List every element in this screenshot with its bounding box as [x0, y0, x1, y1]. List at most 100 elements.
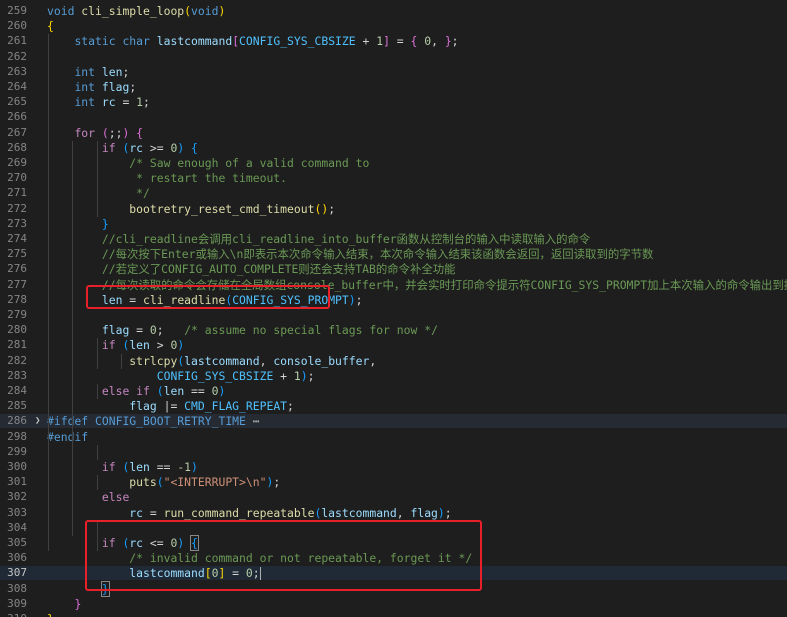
code-line[interactable]: 262 [0, 50, 787, 64]
line-number: 301 [7, 475, 27, 489]
code-line[interactable]: 300 if (len == -1) [0, 460, 787, 474]
code-line[interactable]: 272 bootretry_reset_cmd_timeout(); [0, 202, 787, 216]
code-token: + [355, 34, 377, 49]
code-text: #endif [47, 430, 88, 444]
code-token: ; [129, 80, 137, 94]
code-line[interactable]: 271 */ [0, 186, 787, 200]
code-line[interactable]: 264 int flag; [0, 80, 787, 94]
code-line[interactable]: 261 static char lastcommand[CONFIG_SYS_C… [0, 34, 787, 48]
code-line[interactable]: 275 //每次按下Enter或输入\n即表示本次命令输入结束，本次命令输入结束… [0, 247, 787, 261]
code-line[interactable]: 310} [0, 612, 787, 617]
indent-guide [97, 338, 98, 369]
line-number: 265 [7, 95, 27, 109]
code-token: /* Saw enough of a valid command to [129, 156, 370, 170]
line-number: 277 [7, 277, 27, 291]
code-line[interactable]: 280 flag = 0; /* assume no special flags… [0, 323, 787, 337]
code-line[interactable]: 279 [0, 308, 787, 322]
code-token: ; [451, 34, 459, 49]
code-line[interactable]: 299 [0, 445, 787, 459]
code-text: * restart the timeout. [47, 171, 287, 185]
code-text: if (rc >= 0) { [47, 141, 198, 155]
code-line[interactable]: 260 { [0, 19, 787, 33]
code-token: CONFIG_SYS_CBSIZE [156, 368, 274, 383]
code-line[interactable]: 268 if (rc >= 0) { [0, 141, 787, 155]
line-number: 259 [7, 4, 27, 17]
code-token: ; [156, 323, 185, 338]
code-editor[interactable]: 259 void cli_simple_loop(void) 260{261 sta… [0, 0, 787, 617]
code-line[interactable]: 273 } [0, 217, 787, 231]
line-number: 298 [7, 429, 27, 443]
code-line[interactable]: 263 int len; [0, 65, 787, 79]
code-line[interactable]: 301 puts("<INTERRUPT>\n"); [0, 475, 787, 489]
code-token: rc [129, 505, 144, 520]
line-number: 272 [7, 201, 27, 215]
code-text: } [47, 597, 81, 611]
code-token: } [47, 612, 54, 617]
line-number: 281 [7, 338, 27, 352]
indent-guide [97, 140, 98, 217]
line-number: 300 [7, 460, 27, 473]
code-token: int [74, 64, 96, 79]
code-text: else [47, 490, 129, 504]
code-line[interactable]: 285 flag |= CMD_FLAG_REPEAT; [0, 399, 787, 413]
line-number: 271 [7, 186, 27, 200]
code-line[interactable]: 259 void cli_simple_loop(void) [0, 4, 787, 18]
line-number: 283 [7, 368, 27, 382]
code-token: lastcommand [321, 505, 397, 520]
code-line[interactable]: 303 rc = run_command_repeatable(lastcomm… [0, 506, 787, 520]
code-line[interactable]: 265 int rc = 1; [0, 95, 787, 109]
code-line[interactable]: 282 strlcpy(lastcommand, console_buffer, [0, 354, 787, 368]
line-number: 268 [7, 140, 27, 154]
code-line[interactable]: 283 CONFIG_SYS_CBSIZE + 1); [0, 369, 787, 383]
line-number: 303 [7, 505, 27, 519]
line-number: 266 [7, 110, 27, 124]
code-line[interactable]: 270 * restart the timeout. [0, 171, 787, 185]
line-number: 274 [7, 232, 27, 245]
line-number: 307 [7, 566, 27, 580]
code-token: //若定义了CONFIG_AUTO_COMPLETE则还会支持TAB的命令补全功… [101, 262, 456, 277]
code-token: flag [410, 505, 438, 520]
code-token: ; [355, 292, 363, 307]
code-text: { [47, 19, 54, 33]
code-line[interactable]: 274 //cli_readline会调用cli_readline_into_b… [0, 232, 787, 246]
code-text: //每次按下Enter或输入\n即表示本次命令输入结束，本次命令输入结束该函数会… [47, 247, 654, 262]
code-token: lastcommand [156, 34, 233, 49]
code-token: ) [437, 505, 445, 520]
code-text: puts("<INTERRUPT>\n"); [47, 475, 280, 489]
code-line[interactable]: 302 else [0, 490, 787, 504]
code-line[interactable]: 269 /* Saw enough of a valid command to [0, 156, 787, 170]
fold-chevron-icon[interactable]: ❯ [35, 414, 40, 428]
code-line[interactable]: 309 } [0, 597, 787, 611]
code-token: //每次按下Enter或输入\n即表示本次命令输入结束，本次命令输入结束该函数会… [101, 247, 654, 262]
code-token: #endif [47, 429, 89, 444]
code-line[interactable]: 284 else if (len == 0) [0, 384, 787, 398]
line-number: 263 [7, 64, 27, 78]
code-token: } [444, 34, 452, 49]
code-token: flag [129, 399, 157, 414]
code-line[interactable]: 266 [0, 110, 787, 124]
line-number: 262 [7, 49, 27, 63]
code-line[interactable]: 286 ❯ #ifdef CONFIG_BOOT_RETRY_TIME ⋯ [0, 414, 787, 429]
code-line[interactable]: 281 if (len > 0) [0, 338, 787, 352]
code-line[interactable]: 298 #endif [0, 430, 787, 444]
code-token: ; [444, 505, 452, 520]
code-token: char [122, 34, 150, 49]
code-token: if [136, 384, 150, 398]
code-line[interactable]: 276 //若定义了CONFIG_AUTO_COMPLETE则还会支持TAB的命… [0, 262, 787, 276]
code-line[interactable]: 267 for (;;) { [0, 126, 787, 140]
code-text: CONFIG_SYS_CBSIZE + 1); [47, 368, 315, 383]
code-token: "<INTERRUPT>\n" [163, 475, 267, 490]
highlight-box [86, 285, 330, 309]
code-text: //cli_readline会调用cli_readline_into_buffe… [47, 232, 590, 246]
